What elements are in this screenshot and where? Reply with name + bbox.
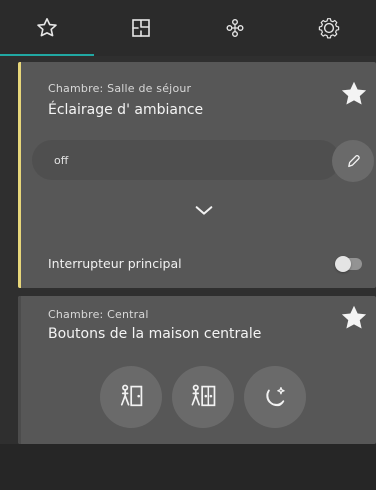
tab-network[interactable] [188,0,282,56]
tab-favorites[interactable] [0,0,94,56]
state-value: off [54,153,69,167]
device-card-central: Chambre: Central Boutons de la maison ce… [18,296,376,444]
bottom-empty-area [0,444,376,490]
chevron-down-icon [195,206,213,215]
state-pill[interactable]: off [32,140,340,180]
tab-settings[interactable] [282,0,376,56]
moon-star-icon [266,387,285,407]
switch-label: Interrupteur principal [48,256,182,271]
star-filled-icon [341,81,367,105]
favorite-toggle[interactable] [336,76,372,112]
device-title: Éclairage d' ambiance [48,102,204,118]
star-outline-icon [37,18,57,37]
scene-button-night[interactable] [244,366,306,428]
star-filled-icon [341,305,367,329]
scene-button-double-door[interactable] [172,366,234,428]
favorites-content: Chambre: Salle de séjour Éclairage d' am… [0,56,376,490]
device-card-ambiance: Chambre: Salle de séjour Éclairage d' am… [18,62,376,288]
device-title: Boutons de la maison centrale [48,326,262,342]
toggle-knob [335,256,351,272]
gear-icon [318,18,340,39]
favorite-toggle[interactable] [336,300,372,336]
expand-chevron[interactable] [192,201,216,219]
top-navigation [0,0,376,56]
edit-button[interactable] [332,140,374,182]
card-accent-stripe [18,62,21,288]
card-accent-stripe [18,296,21,444]
room-label: Chambre: Central [48,308,149,321]
pencil-icon [348,154,360,168]
room-label: Chambre: Salle de séjour [48,82,192,95]
network-icon [226,19,244,37]
scene-button-door[interactable] [100,366,162,428]
person-double-door-icon [191,384,216,407]
main-switch-toggle[interactable] [335,256,362,272]
tab-rooms[interactable] [94,0,188,56]
person-door-icon [120,384,143,407]
floorplan-icon [132,19,150,37]
